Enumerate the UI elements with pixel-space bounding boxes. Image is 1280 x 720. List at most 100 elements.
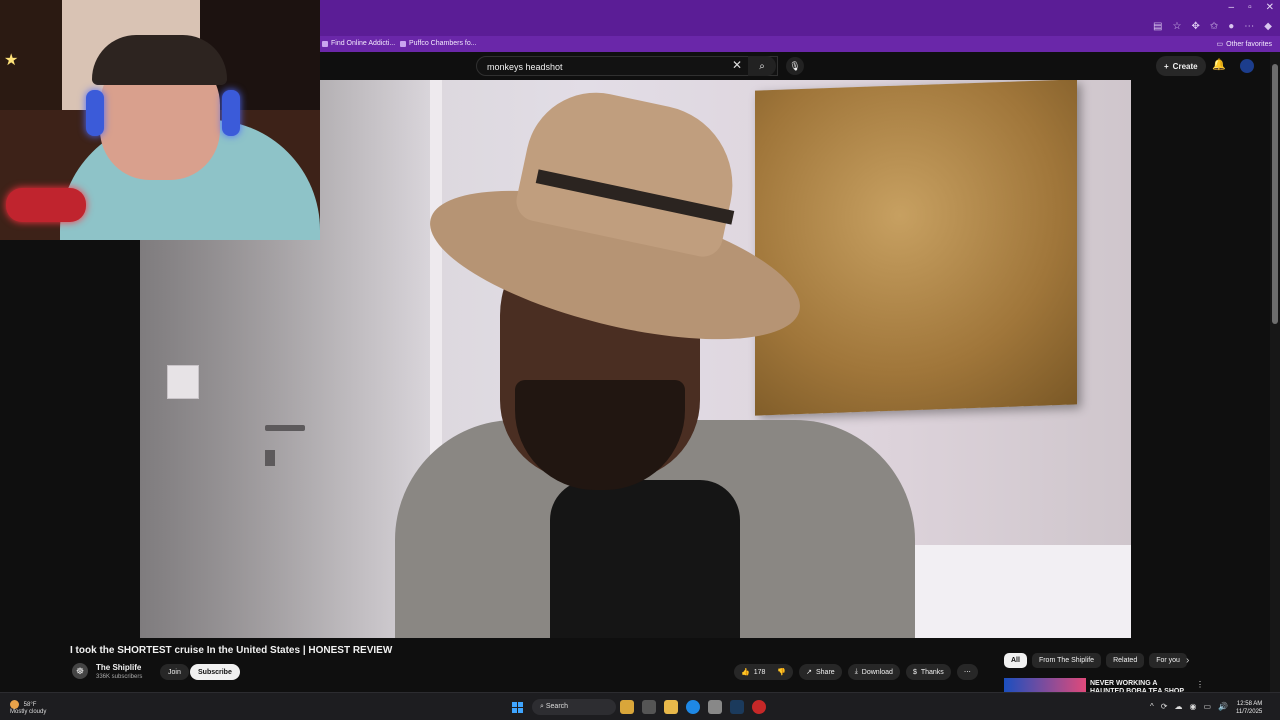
tray-app-icon[interactable]: ◉ (1189, 702, 1196, 711)
thanks-button[interactable]: $ Thanks (905, 664, 951, 680)
download-button[interactable]: ⤓ Download (847, 664, 900, 680)
chip-related[interactable]: Related (1106, 653, 1145, 668)
bookmark-favicon-icon (322, 40, 328, 47)
share-button[interactable]: ↗ Share (799, 664, 842, 680)
search-button[interactable]: ⌕ (748, 56, 776, 76)
steam-icon[interactable] (730, 700, 744, 714)
video-light-switch (167, 365, 199, 399)
download-icon: ⤓ (854, 668, 858, 675)
thanks-label: Thanks (920, 668, 944, 676)
share-label: Share (816, 668, 835, 676)
voice-search-button[interactable]: 🎙 (786, 57, 804, 75)
channel-avatar[interactable]: ☸ (72, 663, 88, 679)
window-controls: – ▫ ✕ (1229, 2, 1275, 13)
recommendation-chips: All From The Shiplife Related For you (1004, 653, 1187, 668)
volume-icon[interactable]: 🔊 (1218, 702, 1228, 711)
more-actions-button[interactable]: ⋯ (956, 664, 978, 680)
weather-temp: 58°F (23, 702, 37, 709)
copilot-icon[interactable]: ◆ (1264, 21, 1272, 32)
settings-icon[interactable] (708, 700, 722, 714)
tray-cloud-icon[interactable]: ☁ (1174, 702, 1182, 711)
webcam-headset-right (222, 90, 240, 136)
toolbar-icons: ▤ ☆ ✥ ✩ ● ⋯ ◆ (1153, 21, 1272, 32)
chevron-right-icon[interactable]: › (1186, 655, 1189, 666)
close-window-button[interactable]: ✕ (1266, 2, 1274, 13)
chip-from-channel[interactable]: From The Shiplife (1031, 653, 1102, 668)
create-button[interactable]: + Create (1156, 56, 1206, 76)
video-painting (755, 80, 1077, 416)
clear-search-icon[interactable]: ✕ (732, 58, 742, 72)
system-tray: ^ ⟳ ☁ ◉ ▭ 🔊 (1150, 702, 1228, 711)
bookmark-item[interactable]: Find Online Addicti... (322, 40, 395, 47)
video-door-lock (265, 450, 275, 466)
chip-for-you[interactable]: For you (1149, 653, 1187, 668)
profile-icon[interactable]: ● (1228, 21, 1234, 32)
folder-icon: ▭ (1216, 41, 1224, 48)
recommendation-title[interactable]: NEVER WORKING A HAUNTED BOBA TEA SHOP AG… (1090, 680, 1190, 692)
reader-icon[interactable]: ▤ (1153, 21, 1162, 32)
bookmark-item[interactable]: Puffco Chambers fo... (400, 40, 477, 47)
file-explorer-icon[interactable] (664, 700, 678, 714)
scrollbar-thumb[interactable] (1272, 64, 1278, 324)
weather-widget[interactable]: 58°F Mostly cloudy (10, 700, 46, 716)
thanks-icon: $ (912, 668, 917, 676)
like-count: 178 (753, 668, 766, 676)
more-icon: ⋯ (963, 669, 971, 676)
create-label: Create (1172, 61, 1198, 71)
webcam-person-cap (92, 35, 227, 85)
clock-date: 11/7/2025 (1236, 709, 1263, 715)
notifications-bell-icon[interactable]: 🔔 (1212, 58, 1226, 71)
maximize-button[interactable]: ▫ (1248, 2, 1252, 13)
download-label: Download (861, 668, 893, 676)
webcam-microphone (6, 188, 86, 222)
tray-sync-icon[interactable]: ⟳ (1161, 702, 1168, 711)
taskbar: 58°F Mostly cloudy ⌕ Search ^ ⟳ ☁ ◉ ▭ 🔊 … (0, 692, 1280, 720)
bookmark-favicon-icon (400, 40, 406, 47)
video-person-shirt (550, 480, 740, 638)
star-icon: ★ (4, 52, 19, 69)
webcam-overlay: ★ (0, 0, 320, 240)
subscriber-count: 336K subscribers (96, 674, 143, 680)
weather-desc: Mostly cloudy (10, 709, 47, 716)
tray-chevron-icon[interactable]: ^ (1150, 702, 1154, 711)
share-icon: ↗ (806, 669, 812, 676)
like-button[interactable]: 👍 178 👎 (734, 664, 794, 680)
extensions-icon[interactable]: ✥ (1191, 21, 1199, 32)
screen: – ▫ ✕ ▤ ☆ ✥ ✩ ● ⋯ ◆ Find Online Addicti.… (0, 0, 1280, 720)
more-vertical-icon[interactable]: ⋮ (1196, 680, 1204, 689)
thumbs-down-icon[interactable]: 👎 (777, 668, 786, 676)
taskbar-clock[interactable]: 12:58 AM 11/7/2025 (1236, 700, 1262, 716)
bookmark-label: Puffco Chambers fo... (409, 40, 477, 47)
taskbar-search[interactable]: ⌕ Search (532, 699, 616, 715)
taskbar-search-label: Search (545, 703, 569, 710)
page-scrollbar[interactable] (1270, 52, 1280, 692)
account-avatar[interactable] (1240, 59, 1254, 73)
join-button[interactable]: Join (160, 664, 189, 680)
clock-time: 12:58 AM (1236, 701, 1263, 707)
video-title: I took the SHORTEST cruise In the United… (70, 645, 393, 656)
other-favorites[interactable]: ▭ Other favorites (1216, 40, 1272, 49)
more-icon[interactable]: ⋯ (1244, 21, 1254, 32)
bookmark-label: Find Online Addicti... (331, 40, 396, 47)
video-door-handle (265, 425, 305, 431)
mic-icon: 🎙 (789, 60, 801, 71)
favorites-icon[interactable]: ✩ (1210, 21, 1218, 32)
webcam-headset-left (86, 90, 104, 136)
thumbs-up-icon: 👍 (741, 669, 750, 676)
other-favorites-label: Other favorites (1226, 40, 1272, 48)
widget-app-icon[interactable] (620, 700, 634, 714)
recommendation-thumbnail[interactable] (1004, 678, 1086, 692)
ship-wheel-icon: ☸ (75, 665, 85, 676)
weather-icon (10, 700, 19, 709)
obs-record-icon[interactable] (752, 700, 766, 714)
chip-all[interactable]: All (1004, 653, 1027, 668)
taskbar-apps (620, 700, 766, 714)
windows-start-icon[interactable] (512, 702, 523, 713)
favorite-star-icon[interactable]: ☆ (1173, 21, 1182, 32)
channel-name[interactable]: The Shiplife (96, 663, 141, 672)
minimize-button[interactable]: – (1229, 2, 1235, 13)
network-icon[interactable]: ▭ (1203, 702, 1211, 711)
subscribe-button[interactable]: Subscribe (190, 664, 240, 680)
edge-browser-icon[interactable] (686, 700, 700, 714)
task-view-icon[interactable] (642, 700, 656, 714)
